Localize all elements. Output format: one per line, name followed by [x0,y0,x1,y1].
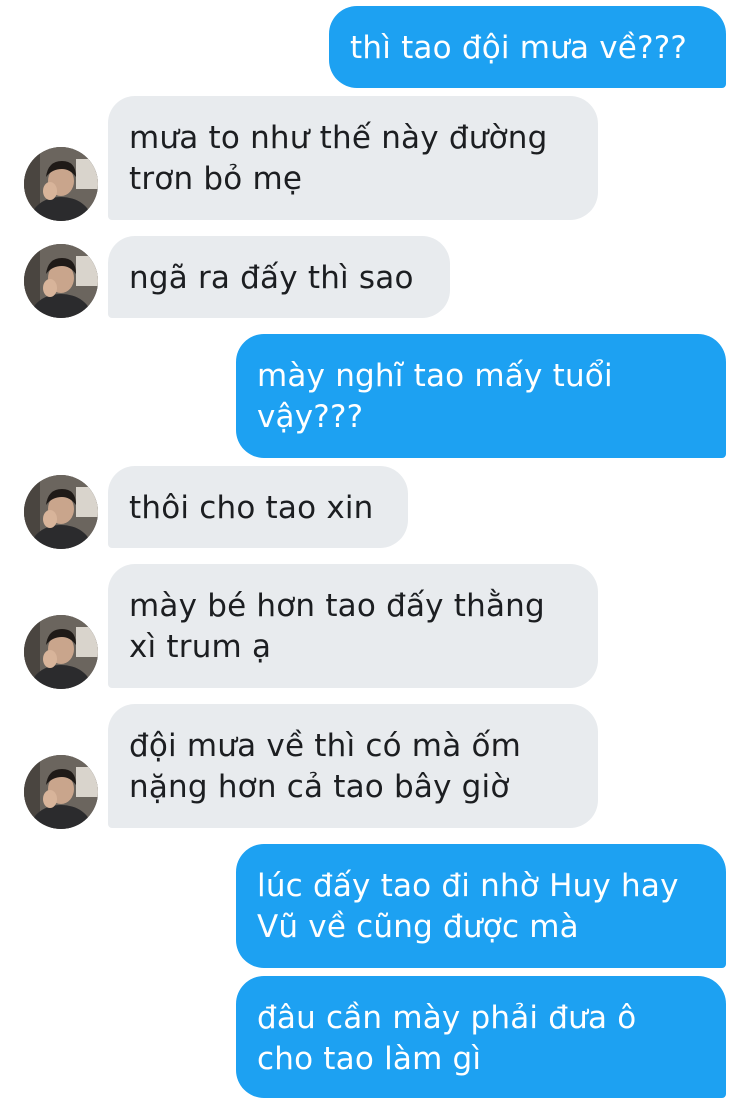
person-avatar-icon [24,755,98,829]
message-text: nặng hơn cả tao bây giờ [129,769,510,805]
person-avatar-icon [24,475,98,549]
contact-avatar[interactable] [24,615,98,689]
message-bubble-outgoing[interactable]: thì tao đội mưa về??? [329,6,726,88]
person-avatar-icon [24,147,98,221]
message-bubble-incoming[interactable]: mưa to như thế này đường trơn bỏ mẹ [108,96,598,220]
message-text: lúc đấy tao đi nhờ Huy hay [257,868,679,904]
message-text: đâu cần mày phải đưa ô [257,1000,637,1036]
message-text: Vũ về cũng được mà [257,909,579,945]
message-text: cho tao làm gì [257,1041,482,1077]
message-bubble-incoming[interactable]: thôi cho tao xin [108,466,408,548]
message-text: mưa to như thế này đường [129,120,548,156]
message-text: đội mưa về thì có mà ốm [129,728,522,764]
message-text: xì trum ạ [129,629,272,665]
contact-avatar[interactable] [24,475,98,549]
person-avatar-icon [24,244,98,318]
person-avatar-icon [24,615,98,689]
message-text: mày bé hơn tao đấy thằng [129,588,545,624]
message-bubble-incoming[interactable]: đội mưa về thì có mà ốm nặng hơn cả tao … [108,704,598,828]
contact-avatar[interactable] [24,755,98,829]
message-text: thôi cho tao xin [129,490,374,526]
message-text: vậy??? [257,399,364,435]
message-bubble-incoming[interactable]: mày bé hơn tao đấy thằng xì trum ạ [108,564,598,688]
message-bubble-outgoing[interactable]: lúc đấy tao đi nhờ Huy hay Vũ về cũng đư… [236,844,726,968]
message-text: thì tao đội mưa về??? [350,30,688,66]
message-bubble-incoming[interactable]: ngã ra đấy thì sao [108,236,450,318]
message-text: ngã ra đấy thì sao [129,260,414,296]
chat-thread: thì tao đội mưa về??? mưa to như thế này… [0,0,750,1100]
message-text: mày nghĩ tao mấy tuổi [257,358,613,394]
message-bubble-outgoing[interactable]: mày nghĩ tao mấy tuổi vậy??? [236,334,726,458]
contact-avatar[interactable] [24,147,98,221]
message-bubble-outgoing[interactable]: đâu cần mày phải đưa ô cho tao làm gì [236,976,726,1098]
message-text: trơn bỏ mẹ [129,161,303,197]
contact-avatar[interactable] [24,244,98,318]
